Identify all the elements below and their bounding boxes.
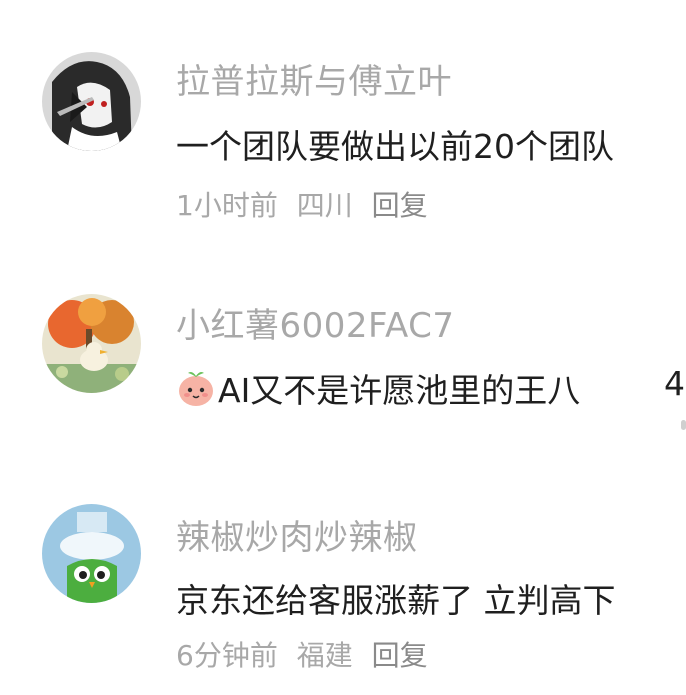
red-bean-face-emoji-icon <box>179 372 213 406</box>
reply-button[interactable]: 回复 <box>372 639 428 672</box>
comment-time: 6分钟前 <box>176 639 278 672</box>
avatar[interactable] <box>42 294 141 393</box>
comment-time: 1小时前 <box>176 189 278 222</box>
comment-time-partial: 4 <box>664 364 685 403</box>
scroll-indicator <box>681 420 686 430</box>
comment-text-body: AI又不是许愿池里的王八 <box>218 371 581 410</box>
comment-item: 小红薯6002FAC7 AI又不是许愿池里的王八 4 <box>0 248 686 478</box>
illustrated-scene-avatar-icon <box>42 294 141 393</box>
anime-character-avatar-icon <box>42 52 141 151</box>
avatar[interactable] <box>42 504 141 603</box>
comment-item: 辣椒炒肉炒辣椒 京东还给客服涨薪了 立判高下 6分钟前 福建 回复 <box>0 458 686 688</box>
avatar[interactable] <box>42 52 141 151</box>
comment-item: 拉普拉斯与傅立叶 一个团队要做出以前20个团队 1小时前 四川 回复 <box>0 0 686 230</box>
comment-text: 一个团队要做出以前20个团队 <box>176 127 614 166</box>
reply-button[interactable]: 回复 <box>372 189 428 222</box>
comment-meta: 6分钟前 福建 回复 <box>176 634 438 674</box>
comment-location: 福建 <box>296 639 353 672</box>
comment-meta: 1小时前 四川 回复 <box>176 184 438 224</box>
green-owl-avatar-icon <box>42 504 141 603</box>
username[interactable]: 拉普拉斯与傅立叶 <box>176 54 452 103</box>
username[interactable]: 小红薯6002FAC7 <box>176 298 455 347</box>
username[interactable]: 辣椒炒肉炒辣椒 <box>176 510 418 559</box>
comment-text: 京东还给客服涨薪了 立判高下 <box>176 581 616 620</box>
comment-location: 四川 <box>296 189 353 222</box>
comment-text: AI又不是许愿池里的王八 <box>176 364 686 412</box>
